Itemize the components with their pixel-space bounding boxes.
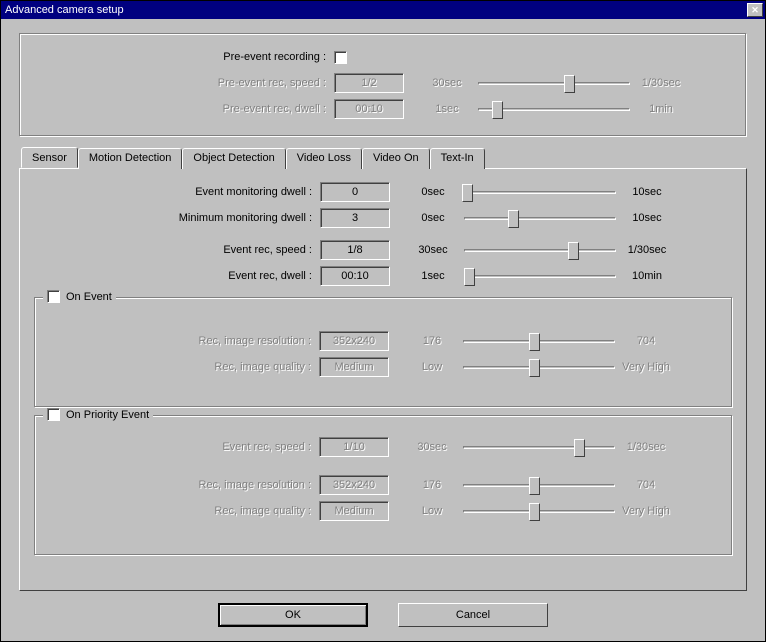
tab-video-loss[interactable]: Video Loss — [286, 148, 362, 169]
titlebar: Advanced camera setup ✕ — [1, 1, 765, 19]
ok-button[interactable]: OK — [218, 603, 368, 627]
preevent-dwell-value: 00:10 — [334, 99, 404, 119]
preevent-dwell-min: 1sec — [420, 103, 474, 115]
tab-text-in[interactable]: Text-In — [430, 148, 485, 169]
onevent-quality-max: Very High — [619, 361, 673, 373]
preevent-dwell-max: 1min — [634, 103, 688, 115]
close-icon[interactable]: ✕ — [747, 3, 763, 17]
on-priority-event-group: On Priority Event Event rec, speed : 1/1… — [34, 415, 732, 555]
window-title: Advanced camera setup — [5, 4, 124, 16]
on-event-legend-text: On Event — [66, 291, 112, 303]
onpriority-speed-min: 30sec — [405, 441, 459, 453]
preevent-speed-max: 1/30sec — [634, 77, 688, 89]
cancel-button[interactable]: Cancel — [398, 603, 548, 627]
event-rec-dwell-value: 00:10 — [320, 266, 390, 286]
preevent-speed-min: 30sec — [420, 77, 474, 89]
on-priority-event-checkbox[interactable] — [47, 408, 60, 421]
onevent-quality-min: Low — [405, 361, 459, 373]
event-rec-dwell-min: 1sec — [406, 270, 460, 282]
on-priority-event-legend-text: On Priority Event — [66, 409, 149, 421]
preevent-speed-slider[interactable] — [474, 73, 634, 93]
event-rec-dwell-label: Event rec, dwell : — [34, 270, 320, 282]
on-event-legend: On Event — [43, 290, 116, 303]
tab-motion-detection[interactable]: Motion Detection — [78, 148, 183, 169]
preevent-recording-checkbox[interactable] — [334, 51, 347, 64]
onpriority-speed-label: Event rec, speed : — [47, 441, 319, 453]
onpriority-quality-label: Rec, image quality : — [47, 505, 319, 517]
tab-video-on[interactable]: Video On — [362, 148, 430, 169]
onpriority-resolution-label: Rec, image resolution : — [47, 479, 319, 491]
onpriority-resolution-max: 704 — [619, 479, 673, 491]
tab-strip: Sensor Motion Detection Object Detection… — [19, 147, 747, 168]
content-area: Pre-event recording : Pre-event rec, spe… — [1, 19, 765, 641]
onpriority-quality-max: Very High — [619, 505, 673, 517]
preevent-speed-label: Pre-event rec, speed : — [34, 77, 334, 89]
minimum-monitoring-dwell-value: 3 — [320, 208, 390, 228]
minimum-monitoring-dwell-max: 10sec — [620, 212, 674, 224]
preevent-recording-label: Pre-event recording : — [34, 51, 334, 63]
event-monitoring-dwell-label: Event monitoring dwell : — [34, 186, 320, 198]
onevent-quality-label: Rec, image quality : — [47, 361, 319, 373]
event-monitoring-dwell-value: 0 — [320, 182, 390, 202]
preevent-speed-value: 1/2 — [334, 73, 404, 93]
onpriority-speed-slider[interactable] — [459, 437, 619, 457]
tab-page-sensor: Event monitoring dwell : 0 0sec 10sec Mi… — [19, 168, 747, 591]
event-monitoring-dwell-max: 10sec — [620, 186, 674, 198]
onpriority-quality-min: Low — [405, 505, 459, 517]
onpriority-resolution-slider[interactable] — [459, 475, 619, 495]
tab-object-detection[interactable]: Object Detection — [182, 148, 285, 169]
minimum-monitoring-dwell-min: 0sec — [406, 212, 460, 224]
tab-sensor[interactable]: Sensor — [21, 147, 78, 168]
onpriority-speed-max: 1/30sec — [619, 441, 673, 453]
event-monitoring-dwell-min: 0sec — [406, 186, 460, 198]
onpriority-speed-value: 1/10 — [319, 437, 389, 457]
on-event-group: On Event Rec, image resolution : 352x240… — [34, 297, 732, 407]
event-rec-dwell-slider[interactable] — [460, 266, 620, 286]
event-rec-speed-max: 1/30sec — [620, 244, 674, 256]
onevent-resolution-slider[interactable] — [459, 331, 619, 351]
onevent-resolution-value: 352x240 — [319, 331, 389, 351]
event-rec-dwell-max: 10min — [620, 270, 674, 282]
tab-container: Sensor Motion Detection Object Detection… — [19, 147, 747, 591]
minimum-monitoring-dwell-slider[interactable] — [460, 208, 620, 228]
onevent-resolution-max: 704 — [619, 335, 673, 347]
onpriority-quality-value: Medium — [319, 501, 389, 521]
on-priority-event-legend: On Priority Event — [43, 408, 153, 421]
onpriority-resolution-value: 352x240 — [319, 475, 389, 495]
preevent-dwell-slider[interactable] — [474, 99, 634, 119]
preevent-panel: Pre-event recording : Pre-event rec, spe… — [19, 33, 747, 137]
onevent-quality-slider[interactable] — [459, 357, 619, 377]
dialog-window: Advanced camera setup ✕ Pre-event record… — [0, 0, 766, 642]
onevent-quality-value: Medium — [319, 357, 389, 377]
onpriority-quality-slider[interactable] — [459, 501, 619, 521]
onevent-resolution-min: 176 — [405, 335, 459, 347]
minimum-monitoring-dwell-label: Minimum monitoring dwell : — [34, 212, 320, 224]
event-rec-speed-slider[interactable] — [460, 240, 620, 260]
on-event-checkbox[interactable] — [47, 290, 60, 303]
onevent-resolution-label: Rec, image resolution : — [47, 335, 319, 347]
event-rec-speed-min: 30sec — [406, 244, 460, 256]
event-rec-speed-value: 1/8 — [320, 240, 390, 260]
event-rec-speed-label: Event rec, speed : — [34, 244, 320, 256]
preevent-dwell-label: Pre-event rec, dwell : — [34, 103, 334, 115]
button-bar: OK Cancel — [19, 591, 747, 631]
event-monitoring-dwell-slider[interactable] — [460, 182, 620, 202]
onpriority-resolution-min: 176 — [405, 479, 459, 491]
